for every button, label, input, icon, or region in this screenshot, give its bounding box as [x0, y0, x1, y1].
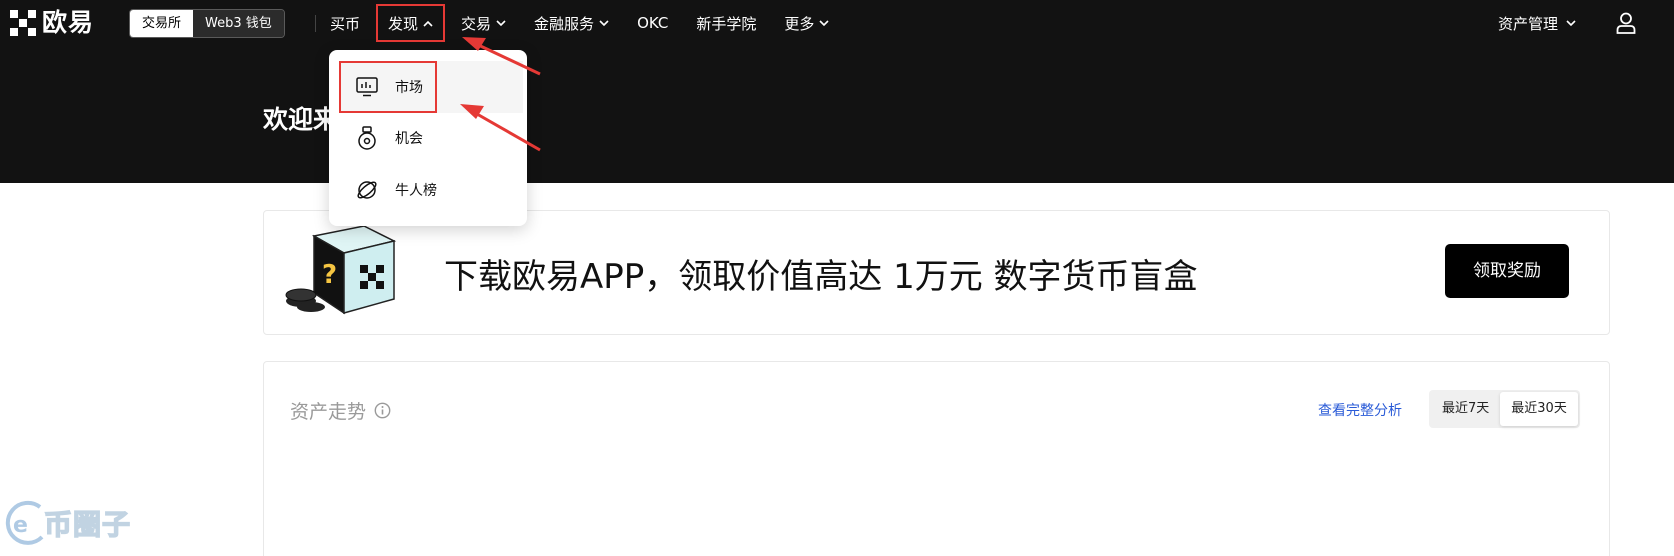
highlight-box: [339, 61, 437, 113]
nav-item-more[interactable]: 更多: [784, 0, 829, 46]
dropdown-item-label: 牛人榜: [395, 183, 437, 199]
nav-item-okc[interactable]: OKC: [637, 0, 668, 46]
nav-item-label: 金融服务: [534, 14, 595, 33]
chevron-up-icon: [423, 20, 433, 27]
main-menu: 买币 发现 交易 金融服务 OKC 新手学院 更多: [330, 0, 857, 46]
user-profile-button[interactable]: [1616, 12, 1636, 34]
dropdown-item-market-row[interactable]: 市场: [339, 61, 523, 113]
top-navigation: 欧易 交易所 Web3 钱包 买币 发现 交易 金融服务 OKC 新手学院 更多: [0, 0, 1674, 46]
brand-name: 欧易: [42, 8, 95, 37]
range-30d-button[interactable]: 最近30天: [1500, 392, 1578, 426]
dropdown-item-label: 机会: [395, 131, 423, 147]
watermark-logo-icon: e: [5, 500, 44, 545]
okx-logo-icon: [10, 10, 36, 36]
banner-promo-text: 下载欧易APP，领取价值高达 1万元 数字货币盲盒: [444, 257, 1198, 297]
brand-logo[interactable]: 欧易: [10, 9, 94, 37]
nav-item-finance[interactable]: 金融服务: [534, 0, 609, 46]
chevron-down-icon: [599, 19, 609, 26]
nav-item-label: 更多: [784, 14, 815, 33]
leaderboard-planet-icon: [355, 178, 379, 202]
chevron-down-icon: [496, 19, 506, 26]
chevron-down-icon: [819, 19, 829, 26]
nav-item-label: 交易: [461, 14, 492, 33]
mystery-box-icon: ?: [284, 221, 414, 325]
info-icon[interactable]: [374, 402, 391, 419]
welcome-heading: 欢迎来: [263, 105, 339, 134]
discover-dropdown: 市场 机会 牛人榜: [329, 50, 527, 226]
dropdown-item-opportunity[interactable]: 机会: [339, 112, 517, 164]
nav-item-label: 新手学院: [696, 14, 757, 33]
nav-item-buy-crypto[interactable]: 买币: [330, 0, 360, 46]
asset-management-label: 资产管理: [1497, 14, 1558, 33]
nav-item-label: 发现: [388, 14, 419, 33]
watermark: e 币圈子: [2, 497, 131, 549]
mode-web3-wallet-tab[interactable]: Web3 钱包: [193, 10, 284, 37]
nav-right: 资产管理: [1498, 0, 1674, 46]
time-range-selector: 最近7天 最近30天: [1429, 390, 1580, 428]
asset-management-menu[interactable]: 资产管理: [1498, 13, 1576, 34]
dropdown-item-leaderboard[interactable]: 牛人榜: [339, 164, 517, 216]
nav-item-academy[interactable]: 新手学院: [696, 0, 756, 46]
opportunity-medal-icon: [355, 126, 379, 150]
nav-divider: [315, 15, 316, 32]
watermark-text: 币圈子: [43, 507, 132, 541]
asset-trend-card: 资产走势 查看完整分析 最近7天 最近30天: [263, 361, 1610, 556]
range-7d-button[interactable]: 最近7天: [1431, 392, 1500, 426]
asset-trend-title: 资产走势: [290, 397, 391, 424]
svg-text:?: ?: [322, 260, 337, 290]
app-download-banner: ? 下载欧易APP，领取价值高达 1万元 数字货币盲盒 领取奖励: [263, 210, 1610, 335]
nav-item-label: OKC: [637, 14, 669, 32]
nav-item-discover[interactable]: 发现: [376, 4, 446, 42]
view-full-analysis-link[interactable]: 查看完整分析: [1318, 400, 1402, 420]
mode-exchange-tab[interactable]: 交易所: [130, 10, 194, 37]
nav-item-trade[interactable]: 交易: [461, 0, 506, 46]
claim-reward-button[interactable]: 领取奖励: [1445, 244, 1569, 298]
mode-switch: 交易所 Web3 钱包: [129, 9, 285, 38]
user-icon: [1616, 12, 1636, 34]
svg-text:e: e: [13, 513, 28, 538]
nav-item-label: 买币: [330, 14, 361, 33]
chevron-down-icon: [1566, 19, 1576, 26]
asset-trend-title-text: 资产走势: [290, 401, 367, 423]
